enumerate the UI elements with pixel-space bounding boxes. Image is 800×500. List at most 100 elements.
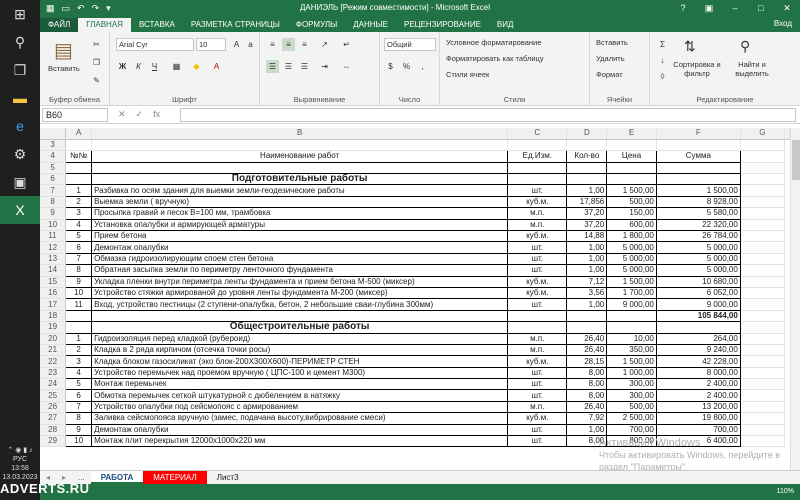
cell[interactable]: шт. <box>507 252 568 266</box>
cell[interactable]: 4 <box>65 366 93 380</box>
spreadsheet-grid[interactable]: A B C D E F G 3 4 №№ Наименование работ Ед.Изм. Кол-… <box>40 128 790 470</box>
cell[interactable]: м.п. <box>507 343 568 357</box>
cell[interactable]: 1 000,00 <box>606 366 657 380</box>
cell[interactable]: 2 500,00 <box>606 412 657 425</box>
cell[interactable]: куб.м. <box>507 229 568 243</box>
cell[interactable]: куб.м. <box>507 275 568 288</box>
task-view-icon[interactable]: ❐ <box>0 56 40 84</box>
cell[interactable]: шт. <box>507 241 568 254</box>
cell[interactable]: Обмазка гидроизолирующим споем стен бето… <box>91 252 509 266</box>
cell[interactable]: 5 000,00 <box>606 252 657 266</box>
row-header[interactable]: 16 <box>40 287 67 300</box>
row-header[interactable]: 9 <box>40 207 67 220</box>
cell[interactable]: 8,00 <box>566 366 608 380</box>
customize-qat-icon[interactable]: ▾ <box>106 3 111 14</box>
cell[interactable]: Заливка сейсмопояса вручную (замес, пода… <box>91 412 509 425</box>
cell[interactable]: 6 <box>65 389 93 402</box>
cell[interactable]: 37,20 <box>566 207 608 220</box>
column-header[interactable]: F <box>656 128 741 140</box>
cell[interactable]: 8 <box>65 264 93 277</box>
cell[interactable] <box>740 287 786 300</box>
cell[interactable] <box>740 367 786 380</box>
row-header[interactable]: 20 <box>40 333 67 345</box>
paste-icon[interactable]: ▤ <box>54 38 73 63</box>
paste-button[interactable]: Вставить <box>48 64 80 73</box>
cell[interactable]: 7,92 <box>566 412 608 425</box>
cell[interactable]: 37,20 <box>566 218 608 232</box>
cell[interactable] <box>740 344 786 357</box>
tray-icons[interactable]: ⌃ ◉ ▮ ♪ <box>0 446 40 455</box>
cell[interactable]: м.п. <box>507 207 568 220</box>
cell[interactable]: 4 <box>65 218 93 232</box>
cell[interactable]: шт. <box>507 378 568 391</box>
cell[interactable]: 26 784,00 <box>655 229 741 243</box>
cell[interactable]: Просыпка гравий и песок В=100 мм, трамбо… <box>91 207 509 220</box>
cell[interactable]: куб.м. <box>507 355 568 368</box>
row-header[interactable]: 22 <box>40 355 67 368</box>
merge-center-icon[interactable]: ⇔ <box>340 60 353 73</box>
cell[interactable] <box>740 196 786 209</box>
cell[interactable]: 26,40 <box>566 332 608 345</box>
section-title[interactable]: Подготовительные работы <box>91 173 509 186</box>
insert-function-icon[interactable]: fx <box>153 109 160 120</box>
zoom-level[interactable]: 110% <box>777 488 794 495</box>
photos-icon[interactable]: ▣ <box>0 168 40 196</box>
cell[interactable]: Укладка пленки внутри периметра ленты фу… <box>91 275 509 288</box>
header-name[interactable]: Наименование работ <box>91 150 509 163</box>
cell[interactable]: 13 200,00 <box>655 400 741 414</box>
edge-icon[interactable]: e <box>0 112 40 140</box>
cell[interactable]: 11 <box>65 298 93 311</box>
cell[interactable]: куб.м. <box>507 286 568 300</box>
row-header[interactable]: 10 <box>40 219 67 232</box>
align-top-icon[interactable]: ≡ <box>266 38 279 51</box>
cell[interactable]: 5 000,00 <box>655 252 741 266</box>
cell[interactable]: 5 <box>65 378 93 391</box>
sheet-table[interactable]: A B C D E F G 3 4 №№ Наименование работ Ед.Изм. Кол-… <box>40 128 790 448</box>
cell[interactable] <box>740 401 786 414</box>
cell[interactable] <box>740 139 786 152</box>
copy-icon[interactable]: ❐ <box>90 56 103 69</box>
login-link[interactable]: Вход <box>774 19 792 28</box>
cell[interactable]: Прием бетона <box>91 229 509 243</box>
cell[interactable]: 2 <box>65 343 93 357</box>
cell[interactable] <box>740 162 786 175</box>
cell[interactable]: 9 <box>65 423 93 437</box>
cell[interactable]: 2 <box>65 195 93 209</box>
cell[interactable] <box>65 139 93 152</box>
clock-time[interactable]: 13:58 <box>0 464 40 473</box>
cell[interactable]: 3 <box>65 355 93 368</box>
cell[interactable]: куб.м. <box>507 412 568 425</box>
cell[interactable]: 9 240,00 <box>655 343 741 357</box>
header-unit[interactable]: Ед.Изм. <box>507 150 568 163</box>
autosum-icon[interactable]: Σ <box>656 38 669 51</box>
cell[interactable]: 5 000,00 <box>655 241 741 254</box>
cell[interactable]: 1 700,00 <box>606 286 657 300</box>
cell[interactable] <box>91 309 509 323</box>
sheet-tab-material[interactable]: МАТЕРИАЛ <box>143 471 207 484</box>
cell[interactable] <box>740 150 786 163</box>
align-right-icon[interactable]: ☰ <box>298 60 311 73</box>
align-middle-icon[interactable]: ≡ <box>282 38 295 51</box>
cell[interactable]: м.п. <box>507 332 568 345</box>
cell[interactable]: 1 500,00 <box>606 275 657 288</box>
windows-start-icon[interactable]: ⊞ <box>0 0 40 28</box>
cell[interactable]: 300,00 <box>606 378 657 391</box>
excel-taskbar-icon[interactable]: X <box>0 196 40 224</box>
cell[interactable]: 8 000,00 <box>655 366 741 380</box>
conditional-formatting-button[interactable]: Условное форматирование <box>446 38 541 47</box>
cell[interactable]: 150,00 <box>606 207 657 220</box>
cell[interactable]: 42 228,00 <box>655 355 741 368</box>
cell[interactable] <box>740 333 786 345</box>
name-box[interactable]: B60 <box>42 108 108 122</box>
cell[interactable] <box>656 139 741 152</box>
header-num[interactable]: №№ <box>65 150 93 163</box>
cell[interactable]: шт. <box>507 423 568 437</box>
cell[interactable]: м.п. <box>507 218 568 232</box>
wrap-text-icon[interactable]: ↵ <box>340 38 353 51</box>
cancel-icon[interactable]: ✕ <box>118 109 126 120</box>
close-button[interactable]: ✕ <box>774 0 800 16</box>
cell[interactable] <box>655 321 741 334</box>
row-header[interactable]: 27 <box>40 412 67 425</box>
header-qty[interactable]: Кол-во <box>566 150 608 163</box>
minimize-button[interactable]: – <box>722 0 748 16</box>
